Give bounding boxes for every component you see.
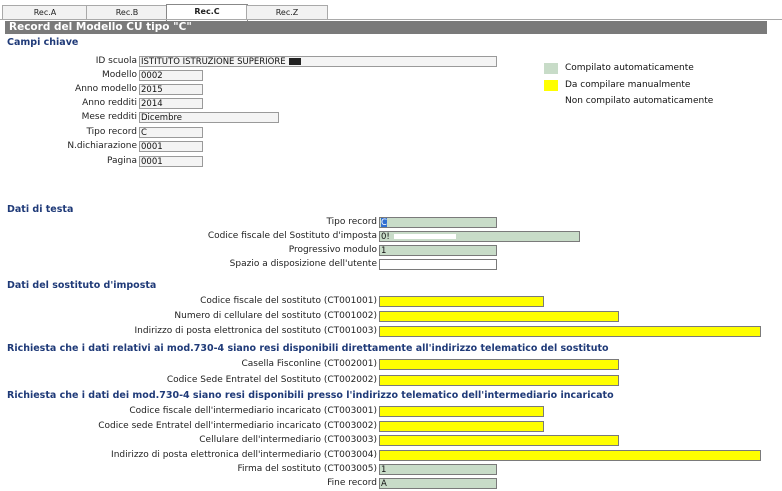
label-ct001001: Codice fiscale del sostituto (CT001001) bbox=[200, 296, 377, 306]
legend-none: Non compilato automaticamente bbox=[565, 96, 714, 106]
section-campi-chiave: Campi chiave bbox=[7, 37, 79, 48]
label-ct001003: Indirizzo di posta elettronica del sosti… bbox=[134, 326, 377, 336]
legend-swatch-manual bbox=[544, 80, 558, 91]
ct003004-field[interactable] bbox=[379, 450, 761, 461]
anno-redditi-field[interactable]: 2014 bbox=[139, 98, 203, 109]
redacted-mark bbox=[288, 58, 301, 65]
progressivo-modulo-field[interactable]: 1 bbox=[379, 245, 497, 256]
label-anno-redditi: Anno redditi bbox=[82, 98, 137, 108]
label-ct003001: Codice fiscale dell'intermediario incari… bbox=[129, 406, 377, 416]
section-richiesta-intermediario: Richiesta che i dati dei mod.730-4 siano… bbox=[7, 390, 614, 401]
ct001001-field[interactable] bbox=[379, 296, 544, 307]
anno-modello-field[interactable]: 2015 bbox=[139, 84, 203, 95]
id-scuola-value: ISTITUTO ISTRUZIONE SUPERIORE bbox=[141, 57, 286, 67]
label-ct001002: Numero di cellulare del sostituto (CT001… bbox=[174, 311, 377, 321]
ct003002-field[interactable] bbox=[379, 421, 544, 432]
label-ct003002: Codice sede Entratel dell'intermediario … bbox=[98, 421, 377, 431]
id-scuola-field[interactable]: ISTITUTO ISTRUZIONE SUPERIORE bbox=[139, 56, 497, 67]
label-tipo-record: Tipo record bbox=[326, 217, 377, 227]
label-tipo-record-key: Tipo record bbox=[86, 127, 137, 137]
fine-record-field[interactable]: A bbox=[379, 478, 497, 489]
tab-rec-a[interactable]: Rec.A bbox=[2, 5, 88, 20]
section-richiesta-sostituto: Richiesta che i dati relativi ai mod.730… bbox=[7, 343, 609, 354]
label-codice-fiscale-sostituto-imposta: Codice fiscale del Sostituto d'imposta bbox=[207, 231, 377, 241]
label-ct002001: Casella Fisconline (CT002001) bbox=[241, 359, 377, 369]
tab-divider bbox=[0, 19, 782, 20]
label-fine-record: Fine record bbox=[327, 478, 377, 488]
ct002001-field[interactable] bbox=[379, 359, 619, 370]
page-title: Record del Modello CU tipo "C" bbox=[5, 21, 767, 34]
ct001003-field[interactable] bbox=[379, 326, 761, 337]
label-pagina: Pagina bbox=[107, 156, 137, 166]
label-mese-redditi: Mese redditi bbox=[81, 112, 137, 122]
ct003005-field[interactable]: 1 bbox=[379, 464, 497, 475]
label-progressivo-modulo: Progressivo modulo bbox=[288, 245, 377, 255]
legend-manual: Da compilare manualmente bbox=[565, 80, 691, 90]
label-ct003003: Cellulare dell'intermediario (CT003003) bbox=[199, 435, 377, 445]
tipo-record-value: C bbox=[381, 218, 387, 228]
legend-swatch-auto bbox=[544, 63, 558, 74]
spazio-utente-field[interactable] bbox=[379, 259, 497, 270]
label-ct003004: Indirizzo di posta elettronica dell'inte… bbox=[111, 450, 377, 460]
ct003003-field[interactable] bbox=[379, 435, 619, 446]
pagina-field[interactable]: 0001 bbox=[139, 156, 203, 167]
label-anno-modello: Anno modello bbox=[75, 84, 137, 94]
label-ct002002: Codice Sede Entratel del Sostituto (CT00… bbox=[166, 375, 377, 385]
ct002002-field[interactable] bbox=[379, 375, 619, 386]
label-spazio-utente: Spazio a disposizione dell'utente bbox=[229, 259, 377, 269]
tipo-record-field[interactable]: C bbox=[379, 217, 497, 228]
label-modello: Modello bbox=[101, 70, 137, 80]
label-id-scuola: ID scuola bbox=[95, 56, 137, 66]
label-ct003005: Firma del sostituto (CT003005) bbox=[237, 464, 377, 474]
tipo-record-key-field[interactable]: C bbox=[139, 127, 203, 138]
section-dati-testa: Dati di testa bbox=[7, 204, 74, 215]
mese-redditi-field[interactable]: Dicembre bbox=[139, 112, 279, 123]
redacted-mark bbox=[393, 234, 456, 239]
n-dichiarazione-field[interactable]: 0001 bbox=[139, 141, 203, 152]
codice-fiscale-value: 0! bbox=[381, 232, 390, 242]
tab-rec-z[interactable]: Rec.Z bbox=[246, 5, 328, 20]
codice-fiscale-sostituto-imposta-field[interactable]: 0! bbox=[379, 231, 580, 242]
ct003001-field[interactable] bbox=[379, 406, 544, 417]
section-dati-sostituto: Dati del sostituto d'imposta bbox=[7, 280, 157, 291]
tab-rec-b[interactable]: Rec.B bbox=[86, 5, 168, 20]
modello-field[interactable]: 0002 bbox=[139, 70, 203, 81]
ct001002-field[interactable] bbox=[379, 311, 619, 322]
label-n-dichiarazione: N.dichiarazione bbox=[67, 141, 137, 151]
legend-auto: Compilato automaticamente bbox=[565, 63, 694, 73]
legend-swatch-none bbox=[544, 96, 558, 107]
